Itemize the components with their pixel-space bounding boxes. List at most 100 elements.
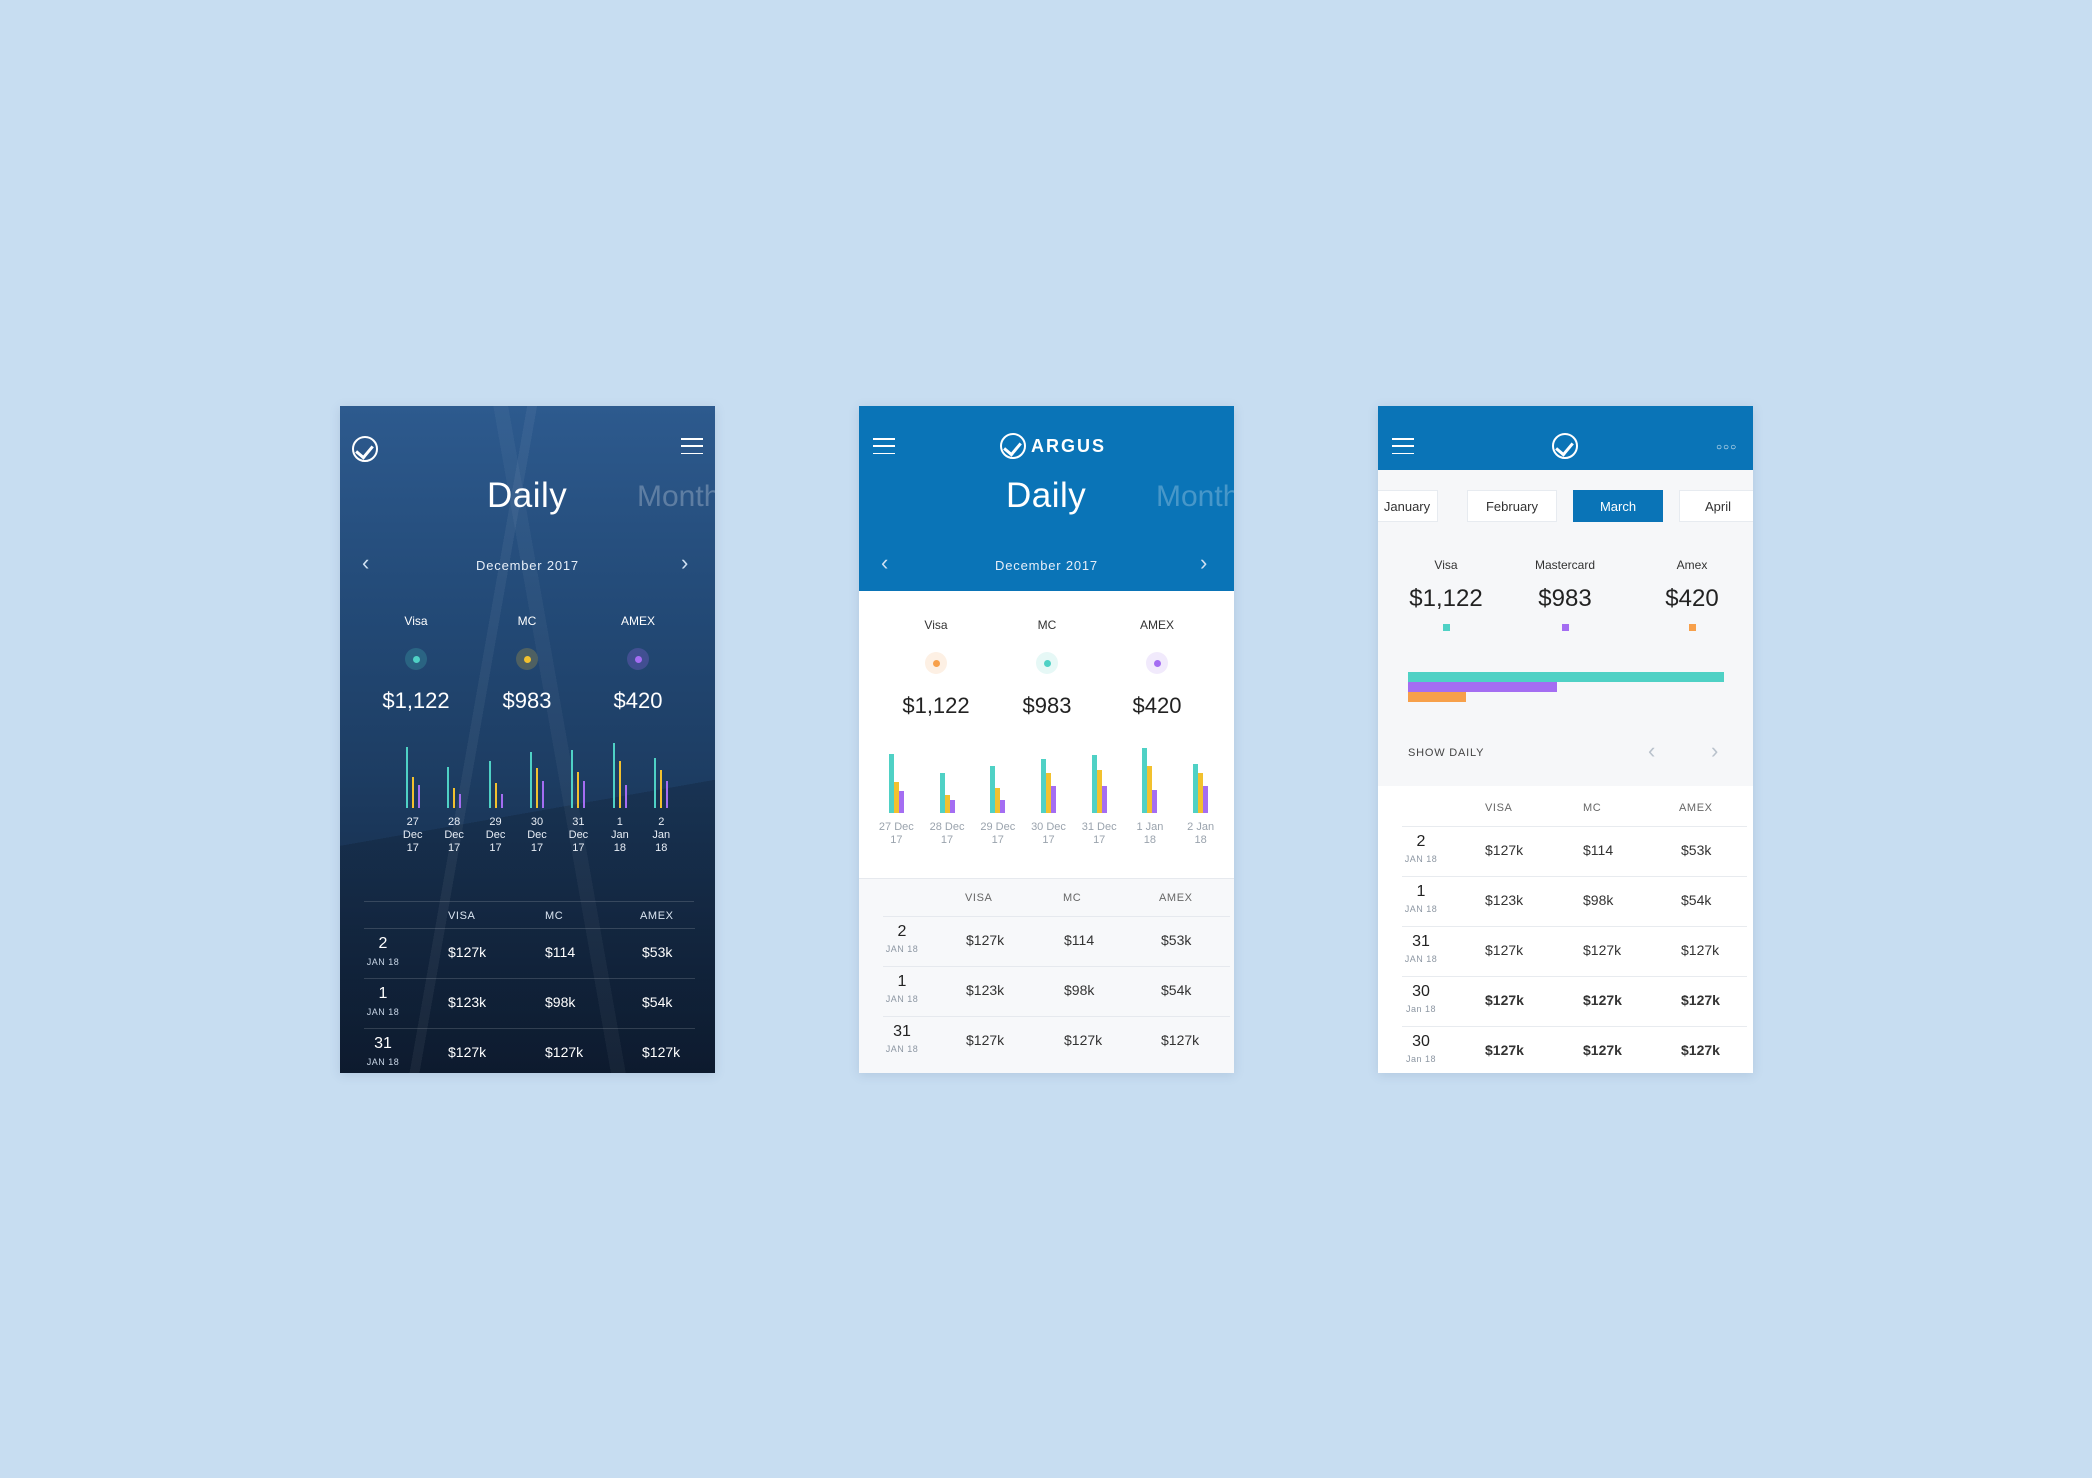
more-options-icon[interactable]: ○○○ <box>1716 442 1737 453</box>
table-row[interactable]: 30 Jan 18 $127k $127k $127k <box>1402 976 1747 1026</box>
x-tick-label-line: 31 <box>572 816 585 828</box>
bar-visa <box>447 766 450 808</box>
tab-month[interactable]: Month <box>637 480 715 514</box>
row-day: 2 <box>897 923 907 940</box>
argus-logo-icon[interactable] <box>352 436 378 462</box>
prev-icon[interactable]: ‹ <box>1648 738 1655 764</box>
x-tick-label-line: 17 <box>572 842 585 854</box>
bar-visa <box>529 752 532 808</box>
col-header-amex: AMEX <box>640 910 674 922</box>
argus-logo-icon[interactable] <box>1000 433 1026 459</box>
x-tick-label: 1 Jan 18 <box>599 816 640 855</box>
col-header-visa: VISA <box>1485 802 1513 814</box>
x-tick-label-line: 2 Jan <box>1187 821 1215 833</box>
x-tick-label-line: 28 <box>448 816 461 828</box>
argus-logo-icon[interactable] <box>1552 433 1578 459</box>
x-tick-label: 27 Dec 17 <box>871 821 922 847</box>
table-row[interactable]: 31 JAN 18 $127k $127k $127k <box>1402 926 1747 976</box>
x-tick-label-line: 17 <box>1093 834 1106 846</box>
data-table: 2 JAN 18 $127k $114 $53k 1 JAN 18 $123k $98k $54k… <box>859 916 1234 1073</box>
x-tick-label-line: 29 <box>489 816 502 828</box>
metric-label: Amex <box>1676 558 1708 572</box>
tab-daily[interactable]: Daily <box>1006 476 1086 516</box>
bar-amex <box>1152 789 1158 813</box>
bar-visa <box>488 761 491 808</box>
tab-daily[interactable]: Daily <box>487 476 567 516</box>
next-icon[interactable]: › <box>1711 738 1718 764</box>
cell-mc: $127k <box>1583 1042 1622 1058</box>
table-row[interactable]: 31 JAN 18 $127k $127k $127k <box>364 1028 695 1073</box>
row-day: 30 <box>1412 1033 1430 1050</box>
tab-month[interactable]: Month <box>1156 480 1234 514</box>
bar-group: 28 Dec 17 <box>922 741 973 866</box>
metric-label: Visa <box>404 614 428 628</box>
bar-mc <box>411 777 414 808</box>
month-pill-january[interactable]: January <box>1378 490 1438 522</box>
bar-mc <box>453 788 456 808</box>
bar-group: 28 Dec 17 <box>433 736 474 866</box>
next-month-icon[interactable]: › <box>1200 550 1207 576</box>
amex-dot-icon <box>1146 652 1168 674</box>
cell-mc: $114 <box>1064 932 1095 948</box>
month-pill-march[interactable]: March <box>1573 490 1663 522</box>
x-tick-label: 30 Dec 17 <box>1023 821 1074 847</box>
period-label: December 2017 <box>476 558 579 573</box>
x-tick-label-line: 17 <box>991 834 1004 846</box>
row-day: 31 <box>1412 933 1430 950</box>
bar-group: 30 Dec 17 <box>516 736 557 866</box>
metric-value: $1,122 <box>1409 585 1483 612</box>
table-row[interactable]: 1 JAN 18 $123k $98k $54k <box>1402 876 1747 926</box>
metric-value: $420 <box>1132 693 1182 718</box>
metric-value: $983 <box>502 688 552 713</box>
hbar-mastercard <box>1408 682 1557 692</box>
cell-visa: $127k <box>1485 992 1524 1008</box>
cell-amex: $127k <box>1681 1042 1720 1058</box>
row-date-sub: Jan 18 <box>1405 1054 1437 1064</box>
cell-visa: $127k <box>448 1044 487 1060</box>
next-month-icon[interactable]: › <box>681 550 688 576</box>
x-tick-label-line: 1 <box>616 816 623 828</box>
table-row[interactable]: 2 JAN 18 $127k $114 $53k <box>364 928 695 978</box>
bar-amex <box>624 784 627 808</box>
bar-amex <box>541 781 544 808</box>
metric-label: AMEX <box>1139 618 1174 632</box>
month-pill-april[interactable]: April <box>1679 490 1753 522</box>
bar-amex <box>583 781 586 808</box>
menu-icon[interactable] <box>873 438 895 454</box>
table-row[interactable]: 1 JAN 18 $123k $98k $54k <box>883 966 1230 1016</box>
x-tick-label-line: 1 Jan <box>1136 821 1164 833</box>
row-date-sub: JAN 18 <box>1404 954 1438 964</box>
cell-visa: $127k <box>1485 942 1524 958</box>
amex-swatch-icon <box>1689 624 1696 631</box>
menu-icon[interactable] <box>681 438 703 454</box>
daily-bar-chart: 27 Dec 17 28 Dec 17 29 Dec 17 30 Dec 17 31 Dec 17… <box>871 741 1226 866</box>
amex-dot-icon <box>627 648 649 670</box>
cell-mc: $127k <box>1583 942 1622 958</box>
col-header-amex: AMEX <box>1679 802 1713 814</box>
table-row[interactable]: 1 JAN 18 $123k $98k $54k <box>364 978 695 1028</box>
x-tick-label-line: Dec <box>402 829 423 841</box>
show-daily-link[interactable]: SHOW DAILY <box>1408 747 1484 759</box>
metric-label: Mastercard <box>1534 558 1596 572</box>
bar-mc <box>660 770 663 808</box>
divider <box>364 901 694 902</box>
table-row[interactable]: 30 Jan 18 $127k $127k $127k <box>1402 1026 1747 1073</box>
row-day: 30 <box>1412 983 1430 1000</box>
cell-mc: $127k <box>1583 992 1622 1008</box>
x-tick-label-line: 18 <box>1194 834 1207 846</box>
bar-visa <box>571 750 574 808</box>
bar-visa <box>654 757 657 808</box>
col-header-visa: VISA <box>448 910 476 922</box>
x-tick-label-line: Dec <box>527 829 547 841</box>
x-tick-label-line: 2 <box>658 816 665 828</box>
table-row[interactable]: 2 JAN 18 $127k $114 $53k <box>1402 826 1747 876</box>
x-tick-label-line: 17 <box>448 842 461 854</box>
mc-swatch-icon <box>1562 624 1569 631</box>
metric-label: MC <box>1037 618 1057 632</box>
month-pill-february[interactable]: February <box>1467 490 1557 522</box>
menu-icon[interactable] <box>1392 438 1414 454</box>
table-row[interactable]: 2 JAN 18 $127k $114 $53k <box>883 916 1230 966</box>
x-tick-label-line: Dec <box>485 829 506 841</box>
table-row[interactable]: 31 JAN 18 $127k $127k $127k <box>883 1016 1230 1066</box>
hbar-visa <box>1408 672 1724 682</box>
